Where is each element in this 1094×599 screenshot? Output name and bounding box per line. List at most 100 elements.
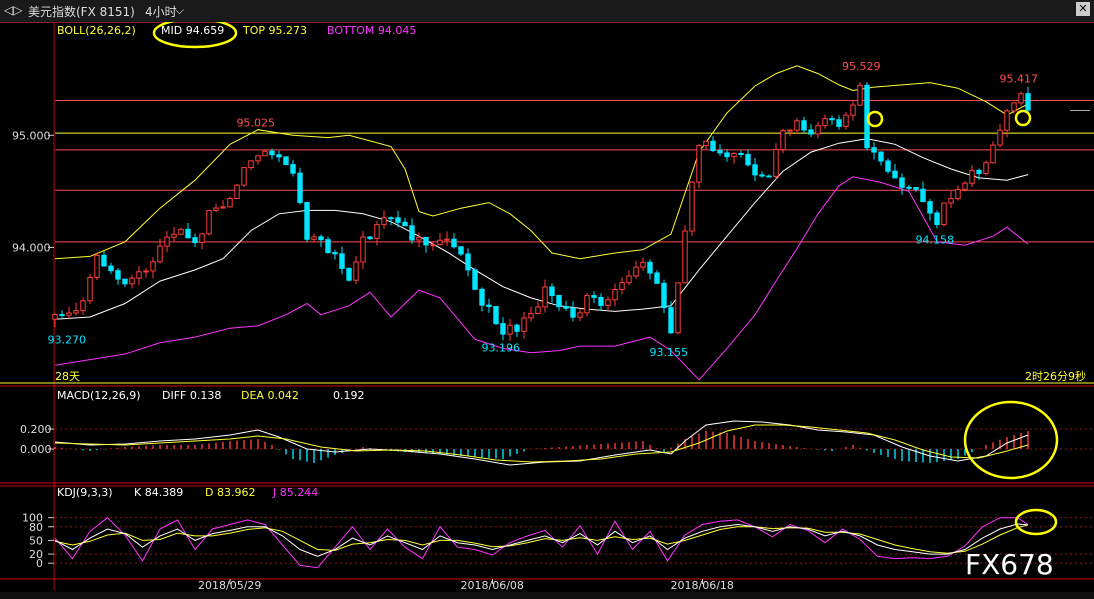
nav-arrows-icon[interactable]: ◁▷ — [4, 3, 22, 17]
bottom-scrollbar[interactable] — [0, 592, 1094, 599]
candle-body — [248, 160, 254, 169]
candle-body — [969, 169, 975, 184]
candle-body — [346, 267, 352, 281]
candle-body — [339, 253, 345, 269]
candle-body — [703, 140, 709, 147]
candle-body — [1011, 102, 1017, 112]
candle-body — [801, 120, 807, 131]
candle-body — [136, 271, 142, 279]
candle-body — [906, 186, 912, 189]
candle-body — [920, 188, 926, 203]
candle-body — [514, 324, 520, 332]
candle-body — [675, 282, 681, 334]
candle-body — [52, 313, 58, 320]
candle-body — [325, 239, 331, 254]
candle-body — [402, 221, 408, 227]
candle-body — [934, 212, 940, 226]
chevron-down-icon[interactable]: ⌵ — [175, 3, 184, 18]
candle-body — [318, 236, 324, 241]
macd-dea-value: DEA 0.042 — [241, 389, 299, 402]
candle-body — [143, 270, 149, 273]
candle-body — [871, 147, 877, 153]
mid-touch-circle — [866, 110, 884, 128]
price-tick-label: 95.000 — [12, 129, 51, 142]
candle-body — [948, 198, 954, 204]
candle-body — [360, 236, 366, 263]
kdj-k-value: K 84.389 — [134, 486, 183, 499]
price-tick-label: 94.000 — [12, 241, 51, 254]
candle-body — [822, 118, 828, 127]
candle-body — [220, 206, 226, 209]
candle-body — [633, 266, 639, 277]
candle-body — [626, 275, 632, 284]
macd-header-label: MACD(12,26,9) — [57, 389, 141, 402]
macd-diff-value: DIFF 0.138 — [162, 389, 221, 402]
candle-body — [241, 167, 247, 186]
candle-body — [815, 125, 821, 135]
chart-canvas: 95.000 94.000 95.025 95.529 95.417 93.270 93.1… — [0, 22, 1094, 592]
candle-body — [745, 153, 751, 166]
period-selector[interactable]: 4小时 — [145, 3, 177, 20]
candle-body — [598, 296, 604, 306]
kdj-tick-label: 50 — [29, 534, 43, 547]
candle-body — [976, 169, 982, 175]
candle-body — [913, 187, 919, 190]
candle-body — [269, 150, 275, 156]
extreme-price-label: 93.155 — [650, 346, 689, 359]
countdown-note: 2时26分9秒 — [1025, 369, 1086, 383]
boll-lower-line — [54, 176, 1029, 381]
candle-body — [591, 295, 597, 298]
candle-body — [584, 295, 590, 314]
extreme-price-label: 93.196 — [482, 342, 521, 355]
kdj-d-line — [54, 524, 1029, 554]
candle-body — [395, 217, 401, 223]
macd-hist-value: 0.192 — [333, 389, 365, 402]
macd-tick-label: 0.000 — [20, 443, 52, 456]
candle-body — [353, 261, 359, 281]
candle-body — [612, 288, 618, 301]
watermark-logo: FX678 — [965, 548, 1054, 581]
candle-body — [157, 245, 163, 263]
bollinger-layer — [54, 65, 1029, 381]
candle-body — [696, 145, 702, 183]
candle-body — [332, 252, 338, 255]
candle-body — [766, 175, 772, 178]
candle-body — [444, 238, 450, 241]
candle-body — [836, 119, 842, 127]
candle-body — [192, 237, 198, 244]
extreme-price-label: 95.529 — [842, 60, 881, 73]
extreme-price-label: 93.270 — [48, 333, 87, 346]
candle-body — [1004, 110, 1010, 131]
close-button[interactable]: ✕ — [1076, 2, 1090, 16]
candle-body — [479, 288, 485, 306]
candle-body — [423, 236, 429, 246]
candle-body — [962, 182, 968, 190]
candle-body — [829, 118, 835, 121]
candle-body — [304, 202, 310, 240]
candle-body — [472, 269, 478, 290]
candle-body — [101, 254, 107, 267]
kdj-k-line — [54, 523, 1029, 557]
candle-body — [507, 324, 513, 335]
instrument-title: 美元指数(FX 8151) — [28, 5, 135, 19]
boll-mid-line — [54, 138, 1029, 320]
candle-body — [668, 307, 674, 334]
candle-body — [857, 84, 863, 106]
candle-body — [990, 144, 996, 164]
candle-body — [682, 230, 688, 284]
candle-body — [759, 174, 765, 177]
candle-body — [451, 238, 457, 248]
candle-body — [955, 188, 961, 200]
extreme-price-label: 94.158 — [916, 234, 955, 247]
date-tick-label: 2018/06/08 — [461, 579, 524, 592]
candle-body — [794, 120, 800, 131]
candle-body — [206, 209, 212, 235]
candlestick-layer — [52, 82, 1031, 341]
candle-body — [605, 299, 611, 306]
candle-body — [283, 156, 289, 166]
boll-bottom-value: BOTTOM 94.045 — [327, 24, 416, 37]
candle-body — [647, 261, 653, 274]
candle-body — [892, 170, 898, 179]
extreme-price-label: 95.025 — [237, 117, 276, 130]
boll-upper-line — [54, 65, 1029, 260]
